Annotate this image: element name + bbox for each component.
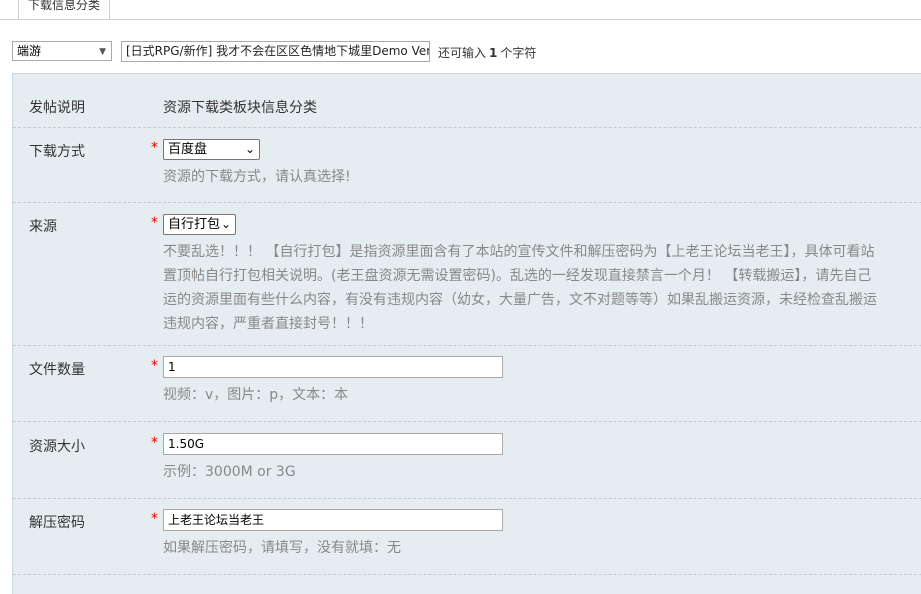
source-hint-line: 违规内容，严重者直接封号！！！ — [163, 316, 373, 332]
remaining-prefix: 还可输入 — [438, 46, 487, 60]
download-method-label: 下载方式 — [29, 144, 85, 160]
tab-bar-divider — [0, 19, 921, 20]
tab-download-info[interactable]: 下载信息分类 — [18, 0, 110, 19]
size-value: 1.50G — [168, 437, 205, 451]
required-mark: * — [151, 511, 158, 527]
row-intro: 发帖说明 资源下载类板块信息分类 — [13, 74, 921, 128]
tab-download-info-label: 下载信息分类 — [27, 0, 100, 12]
size-hint: 示例：3000M or 3G — [163, 464, 296, 480]
password-value: 上老王论坛当老王 — [168, 513, 265, 527]
title-input-value: [日式RPG/新作] 我才不会在区区色情地下城里Demo Ver — [126, 44, 430, 58]
password-hint: 如果解压密码，请填写，没有就填：无 — [163, 540, 401, 556]
source-hint-line: 不要乱选！！！ 【自行打包】是指资源里面含有了本站的宣传文件和解压密码为【上老王… — [163, 244, 875, 260]
info-form-panel: 发帖说明 资源下载类板块信息分类 下载方式 * 百度盘 ⌄ 资源的下载方式，请认… — [12, 73, 921, 594]
remaining-suffix: 个字符 — [500, 46, 537, 60]
required-mark: * — [151, 140, 158, 156]
required-mark: * — [151, 435, 158, 451]
tab-bar: 下载信息分类 — [0, 0, 921, 20]
chevron-down-icon: ▼ — [99, 47, 106, 57]
source-hint-line: 运的资源里面有些什么内容，有没有违规内容（幼女，大量广告，文不对题等等）如果乱搬… — [163, 292, 877, 308]
download-method-hint: 资源的下载方式，请认真选择! — [163, 169, 351, 185]
source-hint-line: 置顶帖自行打包相关说明。(老王盘资源无需设置密码)。乱选的一经发现直接禁言一个月… — [163, 268, 872, 284]
file-count-input[interactable]: 1 — [163, 356, 503, 378]
download-method-select[interactable]: 百度盘 ⌄ — [163, 139, 260, 160]
file-count-label: 文件数量 — [29, 362, 85, 378]
required-mark: * — [151, 358, 158, 374]
size-label: 资源大小 — [29, 439, 85, 455]
password-input[interactable]: 上老王论坛当老王 — [163, 509, 503, 531]
intro-value: 资源下载类板块信息分类 — [163, 100, 317, 116]
remaining-count: 1 — [489, 46, 498, 60]
row-file-count: 文件数量 * 1 视频：v，图片：p，文本：本 — [13, 346, 921, 422]
row-password: 解压密码 * 上老王论坛当老王 如果解压密码，请填写，没有就填：无 — [13, 499, 921, 575]
title-input[interactable]: [日式RPG/新作] 我才不会在区区色情地下城里Demo Ver — [121, 41, 430, 62]
required-mark: * — [151, 215, 158, 231]
size-input[interactable]: 1.50G — [163, 433, 503, 455]
row-download-method: 下载方式 * 百度盘 ⌄ 资源的下载方式，请认真选择! — [13, 128, 921, 203]
category-select[interactable]: 端游 ▼ — [12, 41, 112, 61]
file-count-value: 1 — [168, 360, 176, 374]
source-hint: 不要乱选！！！ 【自行打包】是指资源里面含有了本站的宣传文件和解压密码为【上老王… — [163, 240, 921, 336]
row-size: 资源大小 * 1.50G 示例：3000M or 3G — [13, 422, 921, 499]
source-selected: 自行打包 — [168, 217, 221, 232]
password-label: 解压密码 — [29, 515, 85, 531]
chevron-down-icon: ⌄ — [220, 217, 231, 231]
row-source: 来源 * 自行打包 ⌄ 不要乱选！！！ 【自行打包】是指资源里面含有了本站的宣传… — [13, 203, 921, 346]
intro-label: 发帖说明 — [29, 100, 85, 116]
remaining-chars: 还可输入 1 个字符 — [438, 44, 536, 61]
source-select[interactable]: 自行打包 ⌄ — [163, 214, 236, 235]
download-method-selected: 百度盘 — [168, 142, 208, 157]
category-select-value: 端游 — [17, 44, 42, 58]
source-label: 来源 — [29, 219, 57, 235]
chevron-down-icon: ⌄ — [244, 142, 255, 156]
file-count-hint: 视频：v，图片：p，文本：本 — [163, 387, 349, 403]
